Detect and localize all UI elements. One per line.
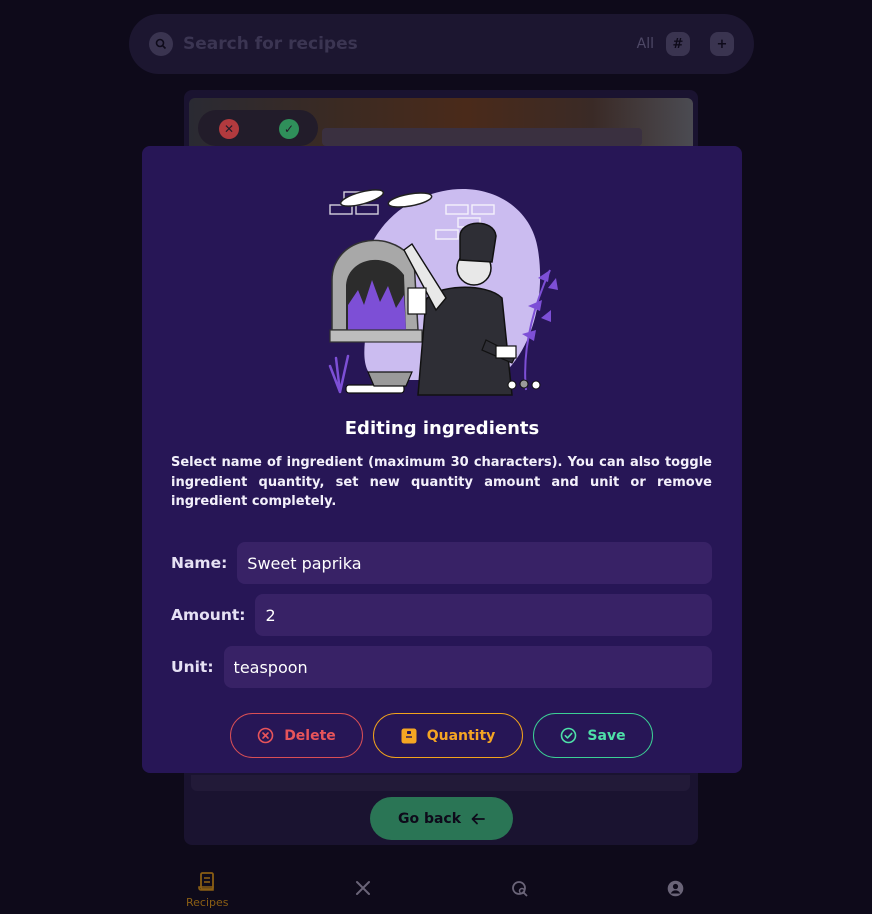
recipes-icon	[198, 872, 215, 891]
recipe-card-footer	[191, 775, 690, 791]
search-input[interactable]: Search for recipes	[183, 34, 637, 54]
go-back-button[interactable]: Go back	[370, 797, 513, 840]
name-input[interactable]	[237, 542, 712, 584]
check-circle-icon	[561, 727, 577, 744]
nav-item-recipes[interactable]: Recipes	[186, 872, 229, 909]
delete-button[interactable]: Delete	[230, 713, 363, 758]
search-icon[interactable]	[149, 32, 173, 56]
add-recipe-button[interactable]: +	[710, 32, 734, 56]
amount-row: Amount:	[171, 594, 712, 636]
unit-label: Unit:	[171, 658, 214, 676]
filter-all-label[interactable]: All	[637, 36, 654, 52]
arrow-left-icon	[471, 813, 485, 824]
nav-item-search-recipes[interactable]	[511, 880, 529, 898]
modal-description: Select name of ingredient (maximum 30 ch…	[171, 455, 712, 509]
name-label: Name:	[171, 554, 228, 572]
hashtag-filter-button[interactable]: #	[666, 32, 690, 56]
search-recipe-icon	[512, 881, 528, 897]
chef-illustration	[328, 188, 558, 396]
save-button-label: Save	[587, 727, 626, 744]
go-back-label: Go back	[397, 810, 462, 827]
bottom-navigation: Recipes	[0, 860, 872, 914]
search-bar: Search for recipes All # +	[129, 14, 754, 74]
save-button[interactable]: Save	[533, 713, 653, 758]
nav-item-recipes-label: Recipes	[186, 896, 229, 909]
recipe-photo-actions	[198, 110, 318, 146]
close-circle-icon	[257, 727, 274, 744]
account-icon	[667, 880, 684, 897]
accept-icon[interactable]: ✓	[279, 119, 299, 139]
unit-input[interactable]	[223, 646, 712, 688]
unit-row: Unit:	[171, 646, 712, 688]
delete-button-label: Delete	[284, 727, 336, 744]
nav-item-account[interactable]	[667, 880, 684, 897]
recipe-title-placeholder	[322, 128, 642, 146]
name-row: Name:	[171, 542, 712, 584]
quantity-button[interactable]: Quantity	[373, 713, 523, 758]
amount-input[interactable]	[255, 594, 712, 636]
reject-icon[interactable]: ✕	[219, 119, 239, 139]
quantity-icon	[401, 728, 417, 743]
nav-item-utensils[interactable]	[355, 880, 371, 896]
edit-ingredient-modal: Editing ingredients Select name of ingre…	[142, 146, 742, 773]
amount-label: Amount:	[171, 606, 246, 624]
utensils-icon	[356, 881, 370, 895]
quantity-button-label: Quantity	[426, 727, 496, 744]
modal-title: Editing ingredients	[344, 418, 540, 439]
